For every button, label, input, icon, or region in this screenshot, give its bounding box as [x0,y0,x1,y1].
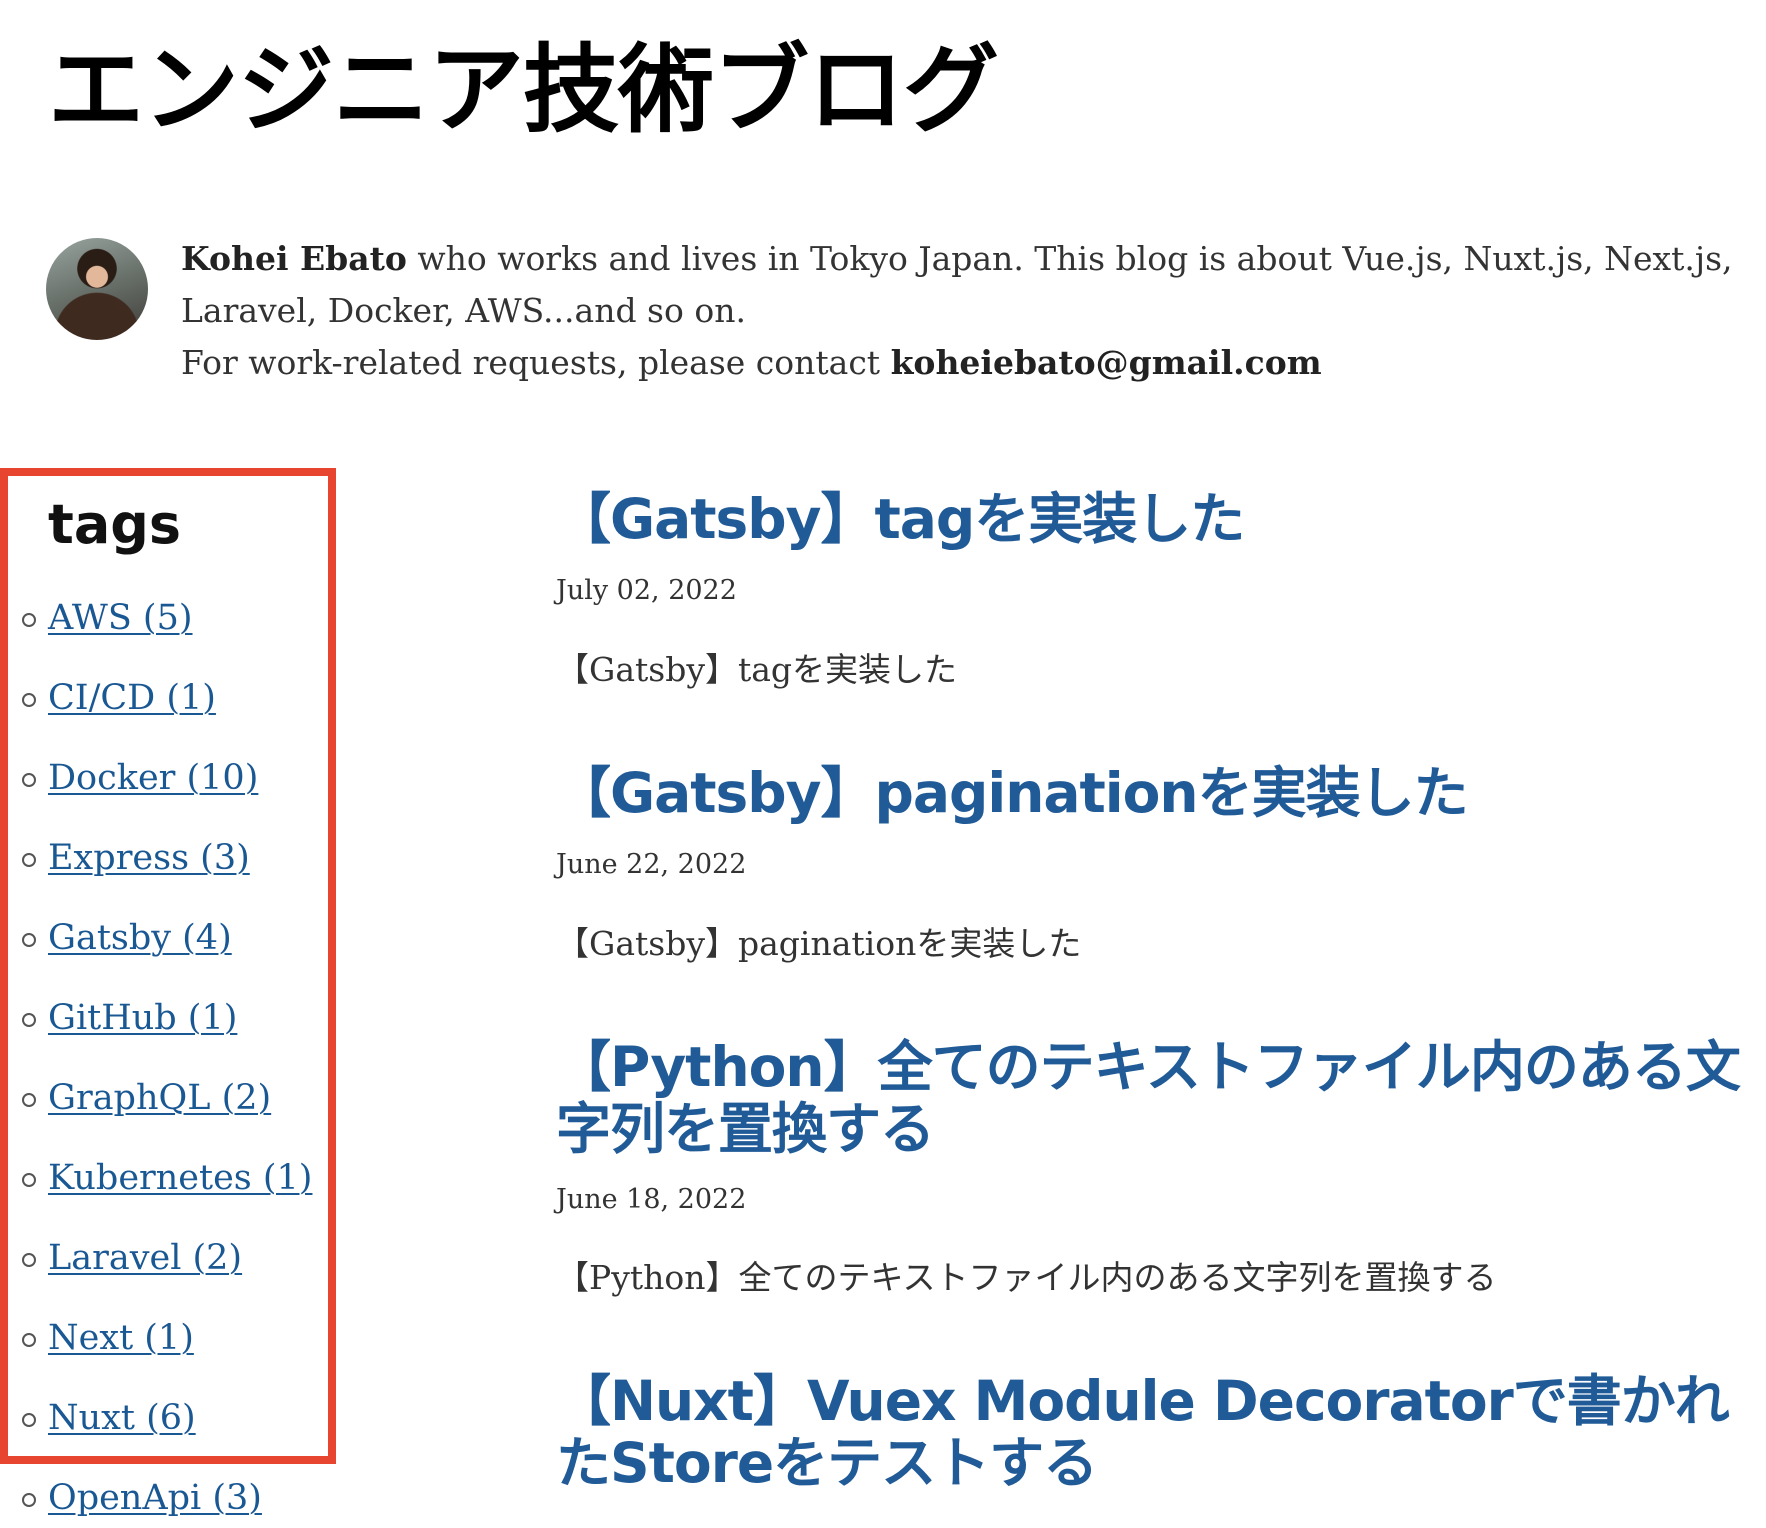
circle-bullet-icon [22,773,36,787]
tag-link[interactable]: Laravel (2) [48,1228,242,1288]
tags-sidebar: tags AWS (5) CI/CD (1) Docker (10) Express … [0,468,350,1518]
avatar [46,238,148,340]
post-item: 【Python】全てのテキストファイル内のある文字列を置換する June 18,… [556,1036,1746,1297]
tag-link[interactable]: Express (3) [48,828,250,888]
tag-link[interactable]: CI/CD (1) [48,668,216,728]
site-title[interactable]: エンジニア技術ブログ [48,30,999,150]
circle-bullet-icon [22,853,36,867]
tag-link[interactable]: OpenApi (3) [48,1468,262,1528]
post-title-link[interactable]: 【Gatsby】paginationを実装した [556,762,1746,824]
circle-bullet-icon [22,1333,36,1347]
tag-link[interactable]: AWS (5) [48,588,193,648]
post-item: 【Nuxt】Vuex Module Decoratorで書かれたStoreをテス… [556,1370,1746,1494]
circle-bullet-icon [22,1413,36,1427]
post-date: June 18, 2022 [556,1184,747,1215]
author-name: Kohei Ebato [181,239,407,278]
tag-link[interactable]: Next (1) [48,1308,194,1368]
tag-link[interactable]: Docker (10) [48,748,258,808]
post-excerpt: 【Python】全てのテキストファイル内のある文字列を置換する [556,1258,1497,1297]
post-excerpt: 【Gatsby】tagを実装した [556,650,958,689]
post-title-link[interactable]: 【Nuxt】Vuex Module Decoratorで書かれたStoreをテス… [556,1370,1746,1494]
circle-bullet-icon [22,1493,36,1507]
circle-bullet-icon [22,693,36,707]
tags-heading: tags [48,493,182,556]
tag-link[interactable]: Kubernetes (1) [48,1148,312,1208]
post-title-link[interactable]: 【Python】全てのテキストファイル内のある文字列を置換する [556,1036,1746,1160]
circle-bullet-icon [22,1093,36,1107]
bio-text: Kohei Ebato who works and lives in Tokyo… [181,233,1751,389]
tag-link[interactable]: Gatsby (4) [48,908,232,968]
circle-bullet-icon [22,613,36,627]
tag-link[interactable]: GitHub (1) [48,988,237,1048]
bio-description: who works and lives in Tokyo Japan. This… [181,239,1733,330]
circle-bullet-icon [22,1253,36,1267]
circle-bullet-icon [22,933,36,947]
post-item: 【Gatsby】paginationを実装した June 22, 2022 【G… [556,762,1746,963]
tag-link[interactable]: Nuxt (6) [48,1388,196,1448]
post-date: July 02, 2022 [556,575,737,606]
circle-bullet-icon [22,1013,36,1027]
post-excerpt: 【Gatsby】paginationを実装した [556,924,1082,963]
contact-prefix: For work-related requests, please contac… [181,343,891,382]
tag-link[interactable]: GraphQL (2) [48,1068,271,1128]
post-title-link[interactable]: 【Gatsby】tagを実装した [556,488,1746,550]
circle-bullet-icon [22,1173,36,1187]
post-item: 【Gatsby】tagを実装した July 02, 2022 【Gatsby】t… [556,488,1746,689]
post-date: June 22, 2022 [556,849,747,880]
contact-email: koheiebato@gmail.com [890,343,1322,382]
